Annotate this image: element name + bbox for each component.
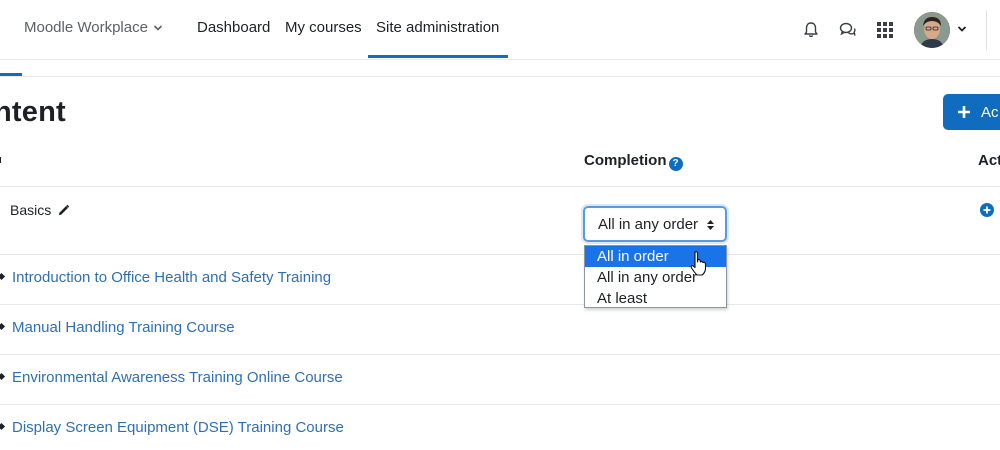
row-divider — [0, 354, 1000, 355]
chat-icon[interactable] — [838, 20, 858, 40]
plus-icon — [958, 106, 970, 118]
nav-my-courses[interactable]: My courses — [285, 19, 362, 36]
section-row-basics: Basics — [10, 202, 70, 218]
option-all-in-any-order[interactable]: All in any order — [585, 267, 726, 288]
brand-label: Moodle Workplace — [24, 19, 148, 36]
nav-site-administration[interactable]: Site administration — [376, 19, 499, 36]
help-icon[interactable]: ? — [668, 157, 683, 171]
active-nav-indicator — [368, 55, 508, 58]
section-name: Basics — [10, 202, 52, 218]
select-arrows-icon — [707, 220, 714, 230]
completion-select-value: All in any order — [598, 216, 699, 233]
bullet-icon — [0, 372, 6, 381]
completion-header-label: Completion — [584, 152, 667, 169]
navbar-divider — [986, 10, 987, 50]
option-all-in-order[interactable]: All in order — [585, 246, 726, 267]
row-divider — [0, 304, 1000, 305]
row-divider — [0, 254, 1000, 255]
user-avatar[interactable] — [914, 12, 950, 48]
bullet-icon — [0, 322, 6, 331]
top-navbar: Moodle Workplace Dashboard My courses Si… — [0, 0, 1000, 60]
pencil-icon[interactable] — [57, 204, 70, 217]
apps-grid-icon[interactable] — [875, 20, 895, 40]
course-link[interactable]: Display Screen Equipment (DSE) Training … — [12, 419, 344, 436]
header-cell-fragment — [0, 157, 1, 163]
page-title: ntent — [0, 96, 66, 128]
actions-header: Act — [978, 152, 1000, 169]
course-link[interactable]: Manual Handling Training Course — [12, 319, 235, 336]
table-header-border — [0, 186, 1000, 187]
row-divider — [0, 404, 1000, 405]
completion-dropdown: All in order All in any order At least — [584, 245, 727, 308]
bullet-icon — [0, 422, 6, 431]
add-circle-icon[interactable] — [980, 203, 994, 217]
secondary-nav-border — [0, 76, 1000, 77]
nav-dashboard[interactable]: Dashboard — [197, 19, 270, 36]
course-link[interactable]: Environmental Awareness Training Online … — [12, 369, 343, 386]
option-at-least[interactable]: At least — [585, 288, 726, 309]
add-button-label: Ac — [981, 103, 999, 121]
bullet-icon — [0, 272, 6, 281]
brand-menu[interactable]: Moodle Workplace — [24, 19, 163, 36]
chevron-down-icon — [153, 24, 163, 31]
course-link[interactable]: Introduction to Office Health and Safety… — [12, 269, 331, 286]
completion-select[interactable]: All in any order — [583, 206, 727, 242]
add-button[interactable]: Ac — [943, 94, 1000, 130]
bell-icon[interactable] — [801, 20, 821, 40]
user-menu-chevron-icon[interactable] — [957, 24, 967, 34]
completion-header: Completion? — [584, 152, 683, 171]
